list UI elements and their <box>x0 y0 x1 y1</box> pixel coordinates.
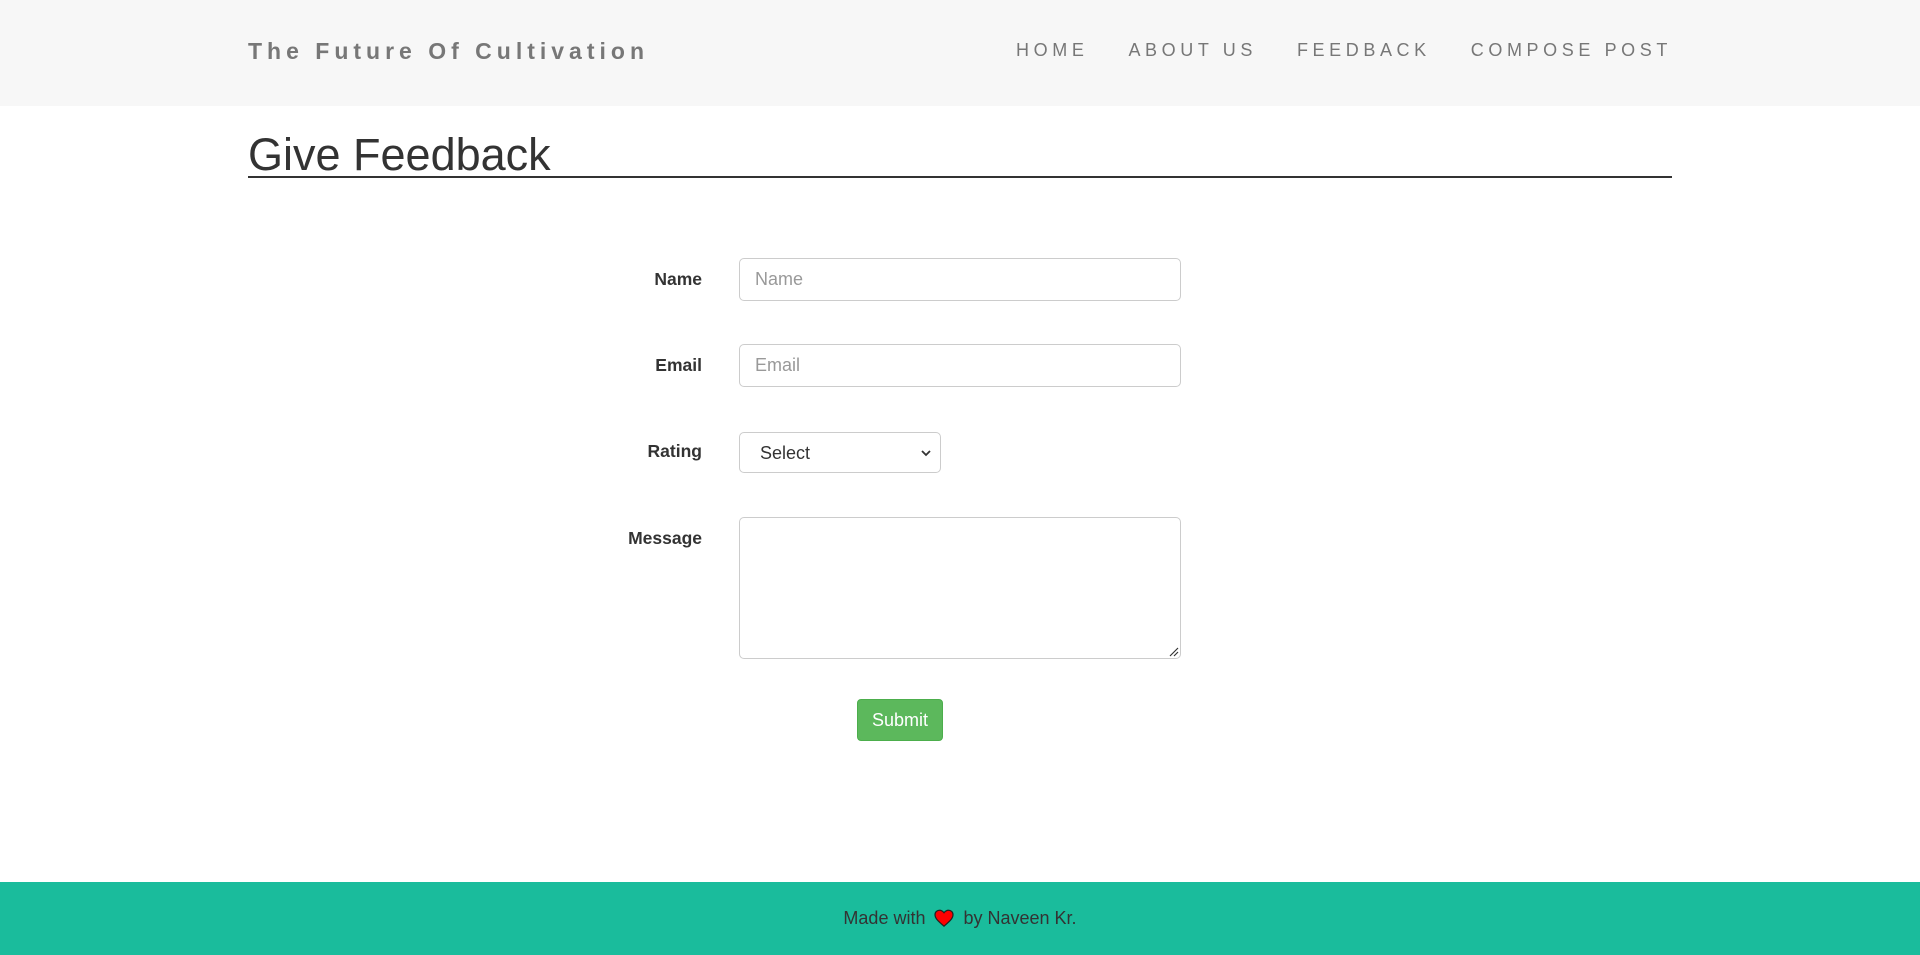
rating-label: Rating <box>647 441 702 461</box>
nav-link-feedback[interactable]: FEEDBACK <box>1297 39 1431 61</box>
name-label: Name <box>654 269 702 289</box>
footer-suffix: by Naveen Kr. <box>963 908 1077 928</box>
resize-handle-icon[interactable] <box>1167 645 1179 657</box>
submit-button[interactable]: Submit <box>857 699 943 741</box>
nav-link-about-us[interactable]: ABOUT US <box>1128 39 1257 61</box>
rating-select[interactable]: Select <box>739 432 941 473</box>
email-input[interactable] <box>739 344 1181 387</box>
brand-logo-text[interactable]: The Future Of Cultivation <box>248 38 649 64</box>
email-label: Email <box>655 355 702 375</box>
nav-link-home[interactable]: HOME <box>1016 39 1088 61</box>
rating-selected-value: Select <box>760 443 811 463</box>
footer-prefix: Made with <box>843 908 926 928</box>
chevron-down-icon <box>921 450 931 457</box>
navbar: The Future Of Cultivation HOME ABOUT US … <box>0 0 1920 106</box>
heart-icon <box>934 909 955 927</box>
footer: Made with by Naveen Kr. <box>0 882 1920 955</box>
message-label: Message <box>628 528 702 548</box>
message-textarea[interactable] <box>739 517 1181 659</box>
name-input[interactable] <box>739 258 1181 301</box>
page-title: Give Feedback <box>248 128 1672 180</box>
nav-link-compose-post[interactable]: COMPOSE POST <box>1471 39 1672 61</box>
nav-menu: HOME ABOUT US FEEDBACK COMPOSE POST <box>1016 39 1672 61</box>
footer-credit: Made with by Naveen Kr. <box>0 907 1920 929</box>
